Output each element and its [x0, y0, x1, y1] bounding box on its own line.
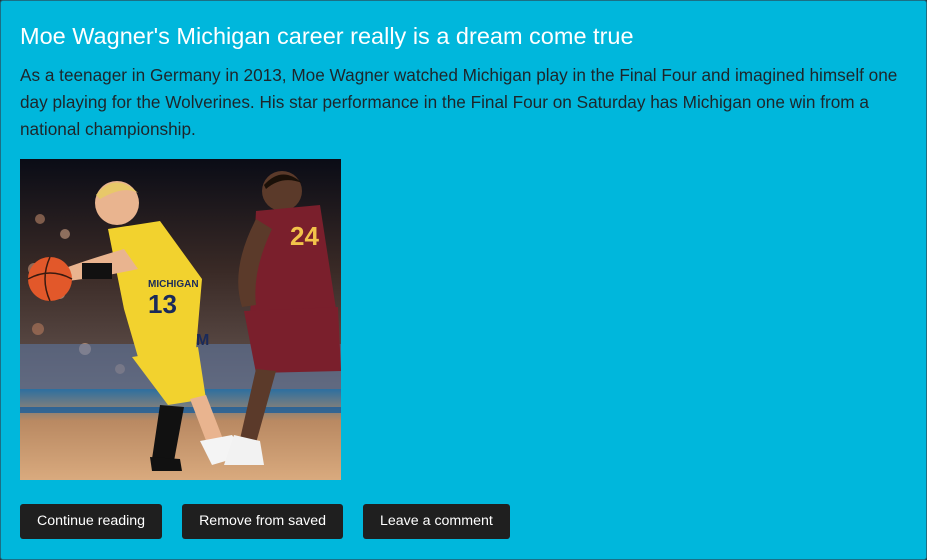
leave-comment-button[interactable]: Leave a comment	[363, 504, 510, 539]
article-actions: Continue reading Remove from saved Leave…	[20, 504, 510, 539]
svg-text:M: M	[196, 332, 209, 349]
svg-text:24: 24	[290, 221, 319, 251]
article-summary: As a teenager in Germany in 2013, Moe Wa…	[20, 65, 898, 139]
saved-article-card: Moe Wagner's Michigan career really is a…	[0, 0, 927, 560]
svg-text:13: 13	[148, 289, 177, 319]
article-photo[interactable]: MICHIGAN 13 M 24	[20, 159, 341, 480]
continue-reading-button[interactable]: Continue reading	[20, 504, 163, 539]
article-title[interactable]: Moe Wagner's Michigan career really is a…	[20, 20, 634, 52]
remove-from-saved-button[interactable]: Remove from saved	[182, 504, 344, 539]
basketball-photo-illustration: MICHIGAN 13 M 24	[20, 159, 341, 480]
